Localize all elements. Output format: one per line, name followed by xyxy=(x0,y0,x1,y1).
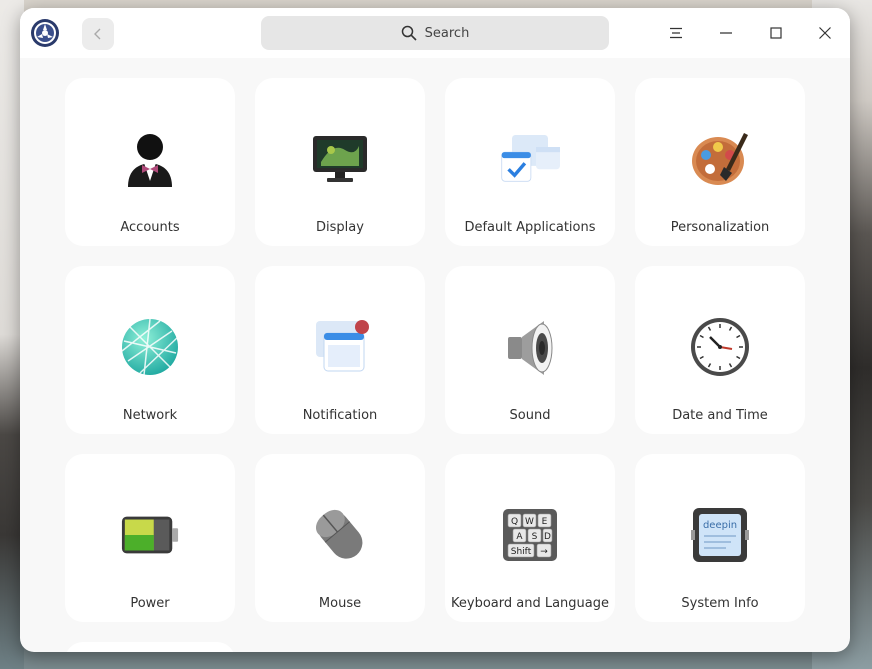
search-icon xyxy=(401,25,417,41)
control-center-logo-icon xyxy=(30,18,60,48)
module-network[interactable]: Network xyxy=(65,266,235,434)
battery-icon xyxy=(120,504,180,566)
module-label: Notification xyxy=(302,408,378,423)
svg-text:W: W xyxy=(525,517,534,527)
clock-icon xyxy=(690,316,750,378)
svg-text:A: A xyxy=(516,532,523,542)
module-label: Keyboard and Language xyxy=(451,596,609,611)
module-display[interactable]: Display xyxy=(255,78,425,246)
personalization-icon xyxy=(690,128,750,190)
module-label: Power xyxy=(130,596,170,611)
module-accounts[interactable]: Accounts xyxy=(65,78,235,246)
notification-icon xyxy=(310,316,370,378)
module-label: Personalization xyxy=(670,220,770,235)
module-notification[interactable]: Notification xyxy=(255,266,425,434)
module-default-applications[interactable]: Default Applications xyxy=(445,78,615,246)
default-applications-icon xyxy=(500,128,560,190)
module-label: Date and Time xyxy=(672,408,768,423)
display-icon xyxy=(310,128,370,190)
module-label: Default Applications xyxy=(464,220,596,235)
mouse-icon xyxy=(310,504,370,566)
svg-text:Q: Q xyxy=(511,517,518,527)
back-button[interactable] xyxy=(82,18,114,50)
sound-icon xyxy=(500,316,560,378)
svg-text:E: E xyxy=(542,517,548,527)
close-button[interactable] xyxy=(800,8,850,58)
main-menu-button[interactable] xyxy=(661,18,691,48)
search-placeholder: Search xyxy=(424,25,470,41)
maximize-icon xyxy=(770,27,782,39)
svg-text:Shift: Shift xyxy=(511,547,532,557)
svg-text:deepin: deepin xyxy=(703,520,737,531)
module-label: System Info xyxy=(681,596,759,611)
module-label: Accounts xyxy=(120,220,180,235)
svg-text:D: D xyxy=(544,532,551,542)
module-power[interactable]: Power xyxy=(65,454,235,622)
module-partial-next-row[interactable] xyxy=(65,642,235,652)
system-info-icon: deepin xyxy=(690,504,750,566)
keyboard-icon: Q W E A S D Shift → xyxy=(500,504,560,566)
minimize-icon xyxy=(720,32,732,34)
accounts-icon xyxy=(120,128,180,190)
svg-text:→: → xyxy=(540,547,548,557)
titlebar: Search xyxy=(20,8,850,58)
module-mouse[interactable]: Mouse xyxy=(255,454,425,622)
module-keyboard-and-language[interactable]: Q W E A S D Shift → Keyboard and Languag… xyxy=(445,454,615,622)
maximize-button[interactable] xyxy=(761,18,791,48)
control-center-window: Search Accounts Display Default Applicat… xyxy=(20,8,850,652)
module-label: Sound xyxy=(509,408,551,423)
module-personalization[interactable]: Personalization xyxy=(635,78,805,246)
module-system-info[interactable]: deepin System Info xyxy=(635,454,805,622)
minimize-button[interactable] xyxy=(711,18,741,48)
search-input[interactable]: Search xyxy=(261,16,609,50)
module-label: Mouse xyxy=(318,596,362,611)
module-label: Display xyxy=(316,220,364,235)
close-icon xyxy=(819,27,831,39)
network-icon xyxy=(120,316,180,378)
module-sound[interactable]: Sound xyxy=(445,266,615,434)
module-date-and-time[interactable]: Date and Time xyxy=(635,266,805,434)
hamburger-menu-icon xyxy=(670,27,682,39)
svg-text:S: S xyxy=(532,532,538,542)
chevron-left-icon xyxy=(94,28,101,40)
module-label: Network xyxy=(122,408,178,423)
